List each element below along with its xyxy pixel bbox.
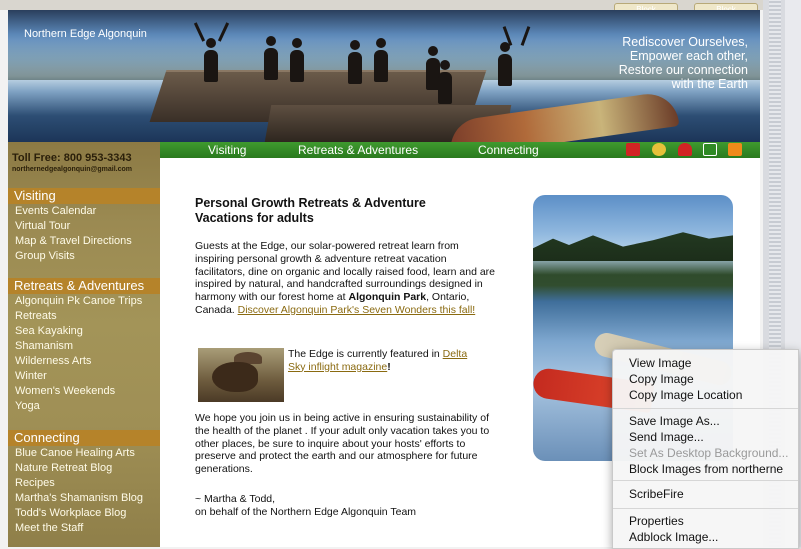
section-title: Retreats & Adventures: [14, 278, 145, 293]
section-connecting[interactable]: Connecting: [8, 430, 160, 446]
menu-separator: [613, 480, 798, 481]
sidebar-item-blue-canoe[interactable]: Blue Canoe Healing Arts: [15, 447, 135, 459]
section-visiting[interactable]: Visiting: [8, 188, 160, 204]
menu-item-save-image[interactable]: Save Image As...: [629, 414, 720, 428]
sidebar-item-map-directions[interactable]: Map & Travel Directions: [15, 235, 132, 247]
rss-icon[interactable]: [728, 143, 742, 156]
sidebar-item-sea-kayaking[interactable]: Sea Kayaking: [15, 325, 83, 337]
sidebar-item-shamanism[interactable]: Shamanism: [15, 340, 73, 352]
featured-end: !: [387, 360, 391, 373]
section-title: Visiting: [14, 188, 56, 203]
menu-separator: [613, 508, 798, 509]
sidebar-item-womens-weekends[interactable]: Women's Weekends: [15, 385, 115, 397]
header-banner: Northern Edge Algonquin Rediscover Ourse…: [8, 10, 760, 142]
yoga-arm: [217, 22, 230, 42]
nav-retreats-adventures[interactable]: Retreats & Adventures: [298, 143, 418, 157]
menu-item-view-image[interactable]: View Image: [629, 356, 691, 370]
yoga-figure: [374, 38, 388, 82]
moose-photo[interactable]: [198, 348, 284, 402]
menu-separator: [613, 408, 798, 409]
tagline-line: Restore our connection: [618, 63, 748, 77]
main-nav: Visiting Retreats & Adventures Connectin…: [160, 142, 760, 158]
sidebar-item-workplace-blog[interactable]: Todd's Workplace Blog: [15, 507, 126, 519]
sidebar-item-yoga[interactable]: Yoga: [15, 400, 40, 412]
featured-text: The Edge is currently featured in: [288, 348, 440, 360]
featured-note: The Edge is currently featured in Delta …: [288, 348, 478, 374]
sidebar-item-wilderness-arts[interactable]: Wilderness Arts: [15, 355, 91, 367]
sidebar-item-nature-blog[interactable]: Nature Retreat Blog: [15, 462, 112, 474]
menu-item-scribefire[interactable]: ScribeFire: [629, 487, 684, 501]
tagline-line: Empower each other,: [629, 49, 748, 63]
treeline: [533, 232, 733, 261]
tagline-line: with the Earth: [671, 77, 748, 91]
sidebar-item-events-calendar[interactable]: Events Calendar: [15, 205, 96, 217]
menu-item-set-desktop-bg: Set As Desktop Background...: [629, 446, 789, 460]
sidebar-item-virtual-tour[interactable]: Virtual Tour: [15, 220, 70, 232]
yoga-figure: [498, 42, 512, 86]
canada-flag-icon[interactable]: [626, 143, 640, 156]
sidebar-item-recipes[interactable]: Recipes: [15, 477, 55, 489]
contact-email[interactable]: northernedgealgonquin@gmail.com: [12, 166, 132, 173]
sidebar-item-shamanism-blog[interactable]: Martha's Shamanism Blog: [15, 492, 143, 504]
left-sidebar: Toll Free: 800 953-3343 northernedgealgo…: [8, 142, 160, 547]
home-icon[interactable]: [678, 143, 692, 156]
sidebar-item-canoe-trips[interactable]: Algonquin Pk Canoe Trips: [15, 295, 142, 307]
seven-wonders-link[interactable]: Discover Algonquin Park's Seven Wonders …: [238, 304, 476, 316]
menu-item-properties[interactable]: Properties: [629, 514, 684, 528]
intro-paragraph: Guests at the Edge, our solar-powered re…: [195, 240, 495, 317]
sidebar-item-winter[interactable]: Winter: [15, 370, 47, 382]
yoga-figure: [264, 36, 278, 80]
signature: ~ Martha & Todd, on behalf of the Northe…: [195, 493, 495, 519]
yoga-figure: [204, 38, 218, 82]
yoga-figure: [290, 38, 304, 82]
nav-visiting[interactable]: Visiting: [208, 143, 246, 157]
menu-item-copy-image[interactable]: Copy Image: [629, 372, 694, 386]
menu-item-send-image[interactable]: Send Image...: [629, 430, 704, 444]
sidebar-item-retreats[interactable]: Retreats: [15, 310, 57, 322]
nav-connecting[interactable]: Connecting: [478, 143, 539, 157]
sustainability-paragraph: We hope you join us in being active in e…: [195, 412, 490, 476]
menu-item-copy-image-location[interactable]: Copy Image Location: [629, 388, 742, 402]
sidebar-item-group-visits[interactable]: Group Visits: [15, 250, 75, 262]
sidebar-item-meet-staff[interactable]: Meet the Staff: [15, 522, 83, 534]
moose-head: [212, 362, 258, 392]
people-icon[interactable]: [652, 143, 666, 156]
image-context-menu: View Image Copy Image Copy Image Locatio…: [612, 349, 799, 549]
section-title: Connecting: [14, 430, 80, 445]
section-retreats-adventures[interactable]: Retreats & Adventures: [8, 278, 160, 294]
yoga-arm: [193, 22, 206, 42]
yoga-figure: [348, 40, 362, 84]
menu-item-adblock-image[interactable]: Adblock Image...: [629, 530, 718, 544]
menu-item-block-images[interactable]: Block Images from northerne: [629, 462, 783, 476]
yoga-figure: [438, 60, 452, 104]
toll-free-number: Toll Free: 800 953-3343: [12, 152, 132, 164]
signature-line: on behalf of the Northern Edge Algonquin…: [195, 505, 417, 518]
email-icon[interactable]: [703, 143, 717, 156]
intro-bold: Algonquin Park: [348, 291, 427, 304]
signature-line: ~ Martha & Todd,: [195, 493, 276, 505]
page-heading: Personal Growth Retreats & Adventure Vac…: [195, 196, 426, 225]
site-tagline: Rediscover Ourselves, Empower each other…: [548, 35, 748, 91]
contact-box: Toll Free: 800 953-3343 northernedgealgo…: [8, 152, 160, 182]
site-brand[interactable]: Northern Edge Algonquin: [24, 28, 147, 40]
tagline-line: Rediscover Ourselves,: [622, 35, 748, 49]
